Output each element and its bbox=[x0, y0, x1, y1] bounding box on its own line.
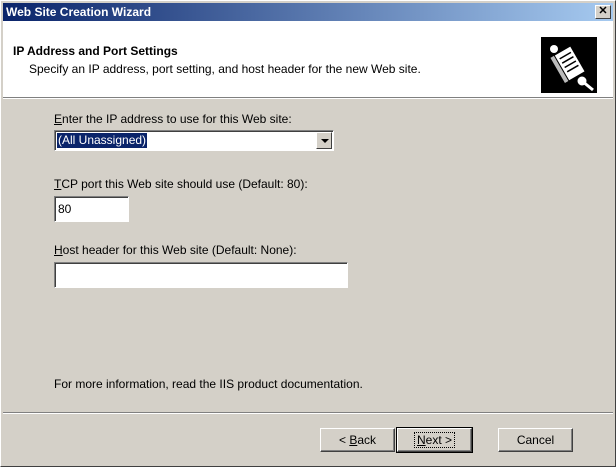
ip-address-dropdown[interactable]: (All Unassigned) bbox=[54, 130, 334, 151]
ip-address-label: Enter the IP address to use for this Web… bbox=[54, 112, 292, 126]
wizard-header: IP Address and Port Settings Specify an … bbox=[3, 21, 613, 97]
wizard-book-icon bbox=[541, 37, 597, 93]
ip-address-selected-value: (All Unassigned) bbox=[55, 132, 149, 149]
back-button[interactable]: < Back bbox=[320, 428, 395, 452]
window-title: Web Site Creation Wizard bbox=[6, 5, 152, 19]
next-button[interactable]: Next > bbox=[396, 427, 473, 453]
footer-divider bbox=[3, 412, 613, 414]
title-bar[interactable]: Web Site Creation Wizard ✕ bbox=[3, 3, 613, 21]
header-divider bbox=[3, 97, 613, 99]
chevron-down-icon[interactable] bbox=[316, 132, 332, 149]
info-text: For more information, read the IIS produ… bbox=[54, 377, 363, 391]
tcp-port-input[interactable]: 80 bbox=[54, 196, 129, 222]
wizard-window: Web Site Creation Wizard ✕ IP Address an… bbox=[0, 0, 616, 467]
close-button[interactable]: ✕ bbox=[595, 5, 611, 19]
cancel-button[interactable]: Cancel bbox=[498, 428, 573, 452]
tcp-port-label: TCP port this Web site should use (Defau… bbox=[54, 177, 308, 191]
host-header-label: Host header for this Web site (Default: … bbox=[54, 243, 297, 257]
host-header-input[interactable] bbox=[54, 262, 348, 288]
page-title: IP Address and Port Settings bbox=[13, 44, 178, 58]
close-icon: ✕ bbox=[598, 5, 608, 17]
page-subtitle: Specify an IP address, port setting, and… bbox=[29, 62, 421, 76]
